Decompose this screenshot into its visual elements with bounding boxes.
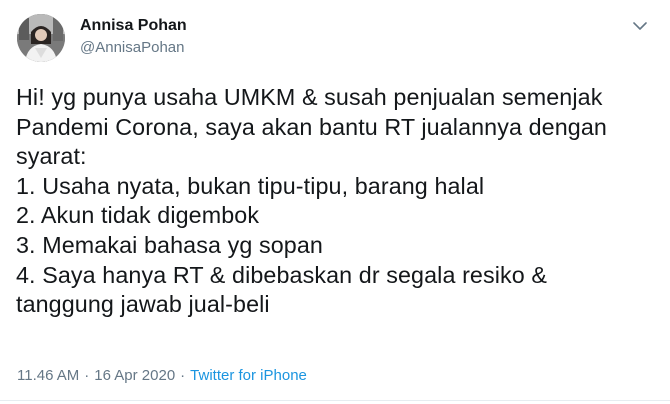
- tweet-line: 4. Saya hanya RT & dibebaskan dr segala …: [16, 261, 548, 288]
- author-name[interactable]: Annisa Pohan: [80, 17, 187, 35]
- tweet-line: syarat:: [16, 143, 87, 170]
- tweet-line: Hi! yg punya usaha UMKM & susah penjuala…: [16, 84, 603, 110]
- author-handle[interactable]: @AnnisaPohan: [80, 39, 184, 56]
- tweet-meta: 11.46 AM · 16 Apr 2020 · Twitter for iPhone: [17, 367, 307, 384]
- tweet-line: 2. Akun tidak digembok: [16, 202, 260, 229]
- meta-separator: ·: [180, 367, 186, 384]
- tweet-source-link[interactable]: Twitter for iPhone: [190, 367, 307, 384]
- tweet-line: Pandemi Corona, saya akan bantu RT juala…: [16, 113, 607, 140]
- tweet-card: Annisa Pohan @AnnisaPohan Hi! yg punya u…: [0, 0, 670, 404]
- tweet-line: tanggung jawab jual-beli: [16, 291, 270, 318]
- divider: [0, 400, 670, 401]
- tweet-date[interactable]: 16 Apr 2020: [94, 367, 175, 384]
- tweet-text: Hi! yg punya usaha UMKM & susah penjuala…: [16, 83, 661, 320]
- tweet-line: 3. Memakai bahasa yg sopan: [16, 231, 323, 258]
- tweet-time[interactable]: 11.46 AM: [17, 367, 79, 384]
- chevron-down-icon[interactable]: [628, 14, 652, 38]
- tweet-line: 1. Usaha nyata, bukan tipu-tipu, barang …: [16, 172, 485, 199]
- meta-separator: ·: [84, 367, 90, 384]
- avatar[interactable]: [17, 14, 65, 62]
